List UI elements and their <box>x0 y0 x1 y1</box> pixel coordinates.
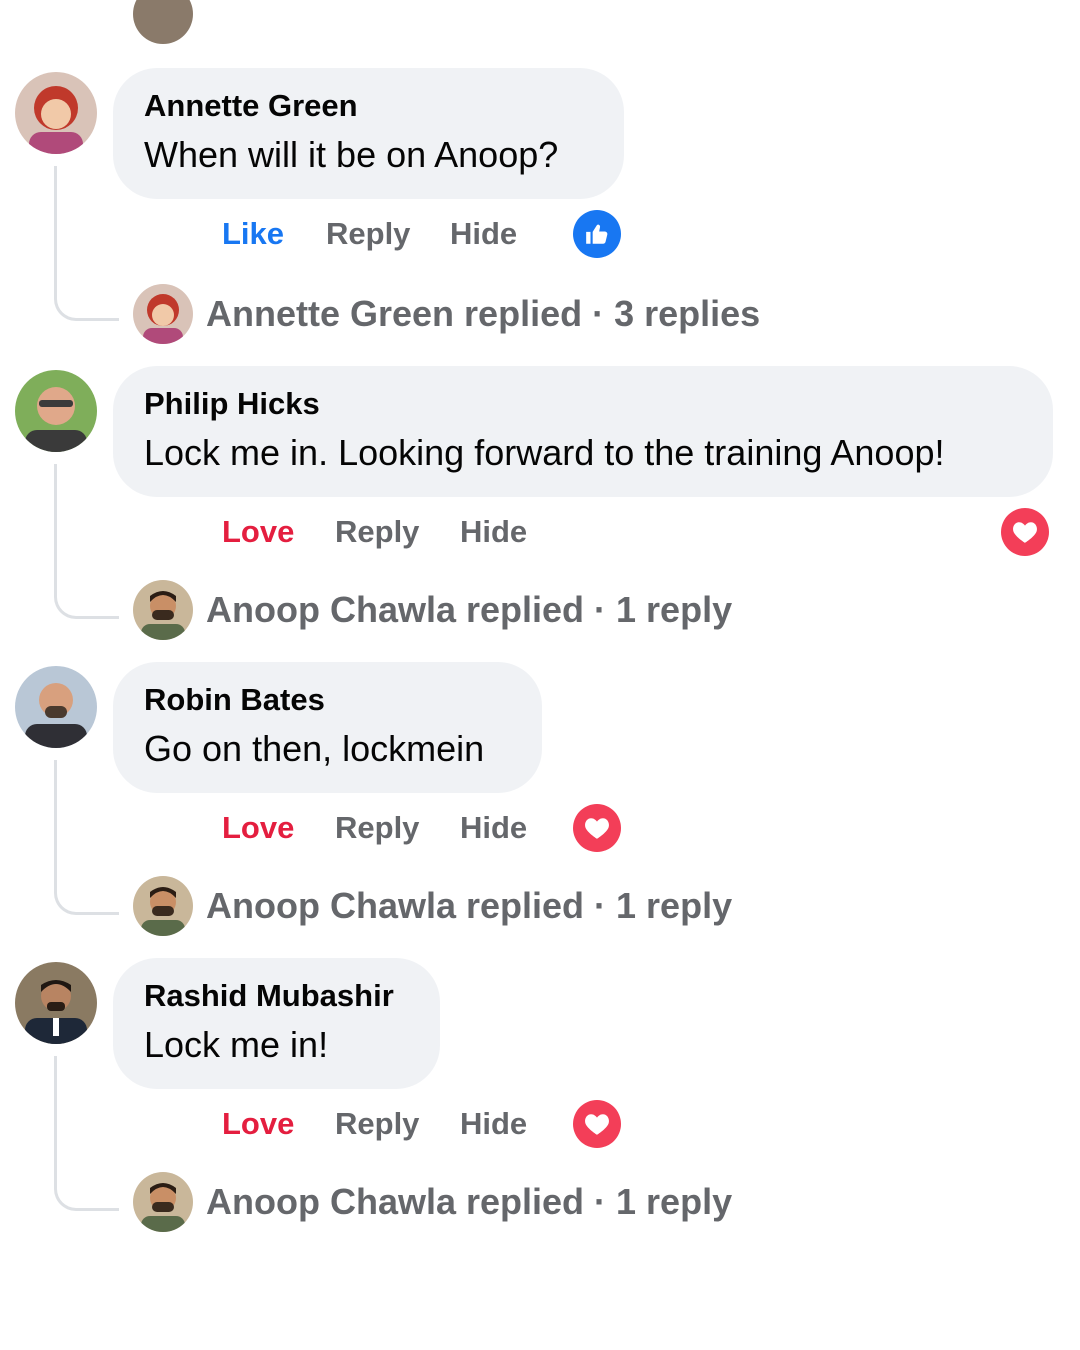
heart-icon <box>573 1100 621 1148</box>
heart-icon <box>573 804 621 852</box>
avatar[interactable] <box>15 666 97 748</box>
avatar[interactable] <box>15 370 97 452</box>
comment-author[interactable]: Annette Green <box>144 88 358 124</box>
comment-author[interactable]: Rashid Mubashir <box>144 978 394 1014</box>
view-replies-link[interactable]: Annette Green replied · 3 replies <box>206 293 760 335</box>
reply-button[interactable]: Reply <box>326 216 410 252</box>
view-replies-link[interactable]: Anoop Chawla replied · 1 reply <box>206 1181 732 1223</box>
avatar <box>133 876 193 936</box>
reply-button[interactable]: Reply <box>335 514 419 550</box>
thumbs-up-icon <box>573 210 621 258</box>
comment-author[interactable]: Robin Bates <box>144 682 325 718</box>
view-replies-link[interactable]: Anoop Chawla replied · 1 reply <box>206 589 732 631</box>
thread-connector <box>54 1056 119 1211</box>
thread-connector <box>54 166 119 321</box>
hide-button[interactable]: Hide <box>450 216 517 252</box>
hide-button[interactable]: Hide <box>460 1106 527 1142</box>
avatar <box>133 1172 193 1232</box>
avatar <box>133 0 193 44</box>
previous-replied-row-remnant: · · · · · · · · · · · · · <box>0 0 1080 46</box>
avatar[interactable] <box>15 962 97 1044</box>
thread-connector <box>54 464 119 619</box>
comment-bubble: Rashid Mubashir Lock me in! <box>113 958 440 1089</box>
hide-button[interactable]: Hide <box>460 514 527 550</box>
love-button[interactable]: Love <box>222 810 294 846</box>
comment-bubble: Robin Bates Go on then, lockmein <box>113 662 542 793</box>
thread-connector <box>54 760 119 915</box>
reply-button[interactable]: Reply <box>335 1106 419 1142</box>
comment-bubble: Philip Hicks Lock me in. Looking forward… <box>113 366 1053 497</box>
avatar <box>133 284 193 344</box>
comment-text: Lock me in. Looking forward to the train… <box>144 432 945 473</box>
comment-text: When will it be on Anoop? <box>144 134 559 175</box>
like-button[interactable]: Like <box>222 216 284 252</box>
heart-icon <box>1001 508 1049 556</box>
hide-button[interactable]: Hide <box>460 810 527 846</box>
love-button[interactable]: Love <box>222 1106 294 1142</box>
avatar[interactable] <box>15 72 97 154</box>
love-button[interactable]: Love <box>222 514 294 550</box>
avatar <box>133 580 193 640</box>
clipped-text-fragment: · · · · · · · · · · · · · <box>205 14 765 38</box>
comment-author[interactable]: Philip Hicks <box>144 386 320 422</box>
reply-button[interactable]: Reply <box>335 810 419 846</box>
comment-text: Go on then, lockmein <box>144 728 485 769</box>
view-replies-link[interactable]: Anoop Chawla replied · 1 reply <box>206 885 732 927</box>
comment-text: Lock me in! <box>144 1024 329 1065</box>
comment-bubble: Annette Green When will it be on Anoop? <box>113 68 624 199</box>
